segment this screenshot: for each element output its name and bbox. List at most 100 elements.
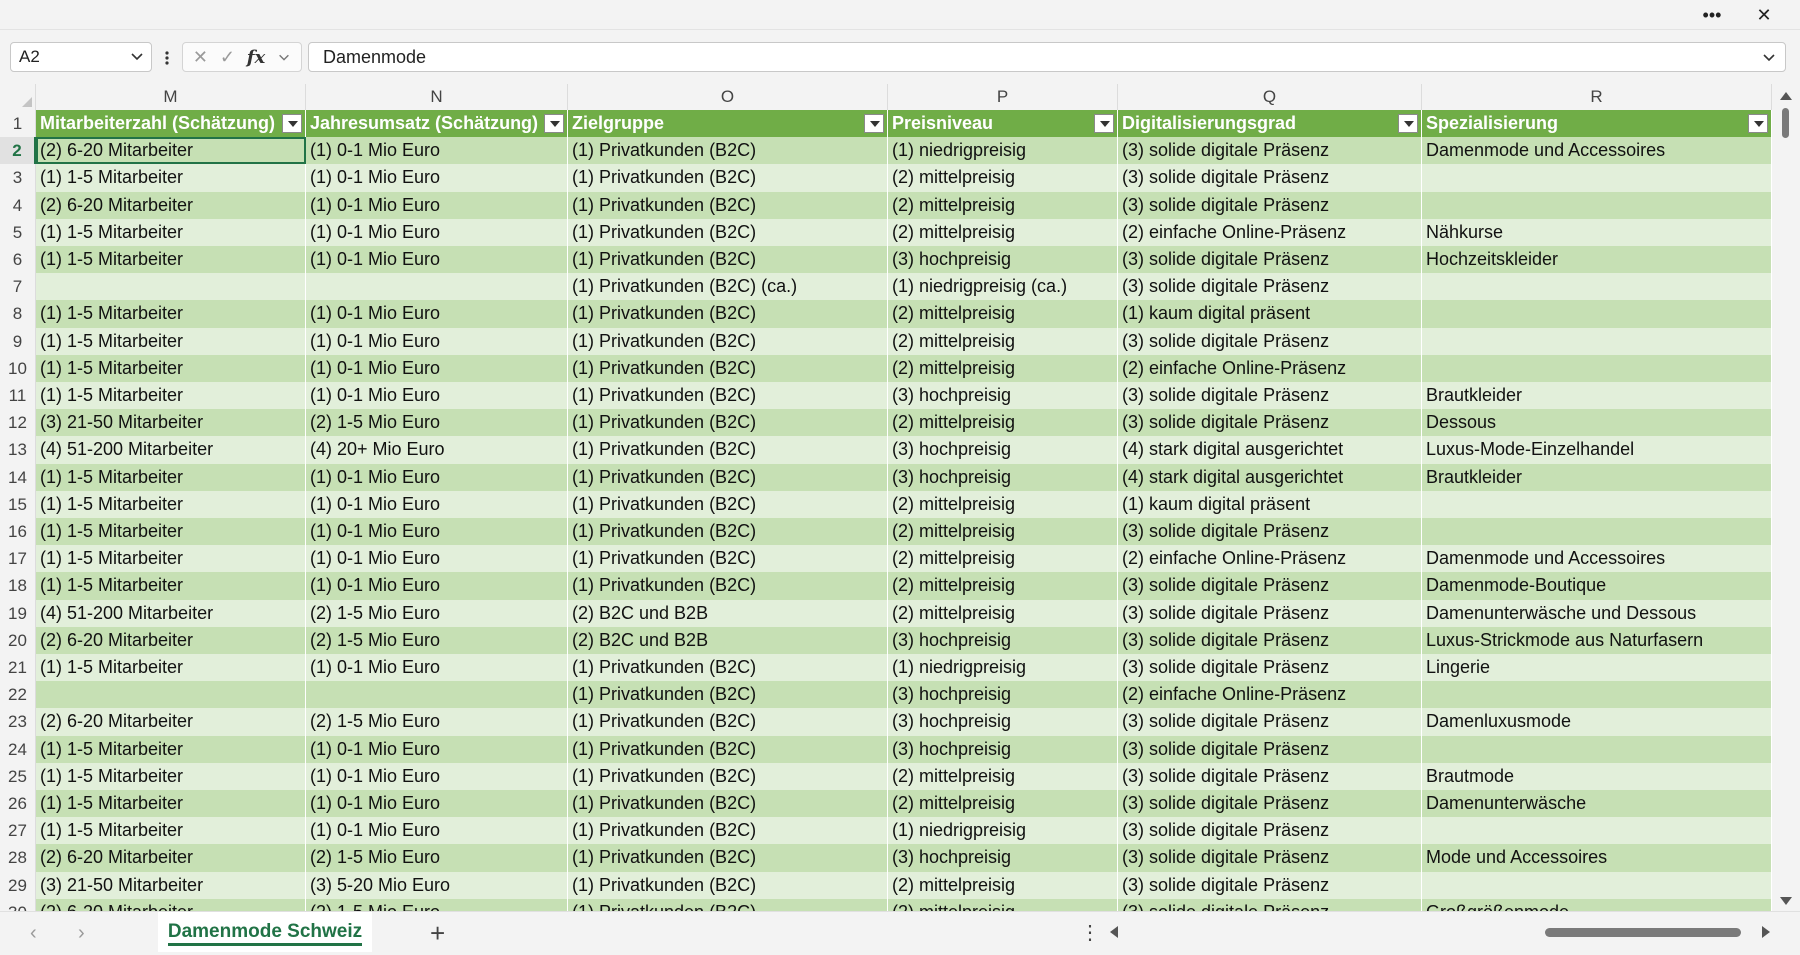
- table-header-cell[interactable]: Digitalisierungsgrad: [1118, 110, 1422, 138]
- next-sheet-icon[interactable]: ›: [78, 922, 85, 945]
- table-cell[interactable]: Damenmode und Accessoires: [1422, 545, 1772, 573]
- row-number[interactable]: 12: [0, 409, 36, 437]
- table-cell[interactable]: (4) 51-200 Mitarbeiter: [36, 436, 306, 464]
- table-cell[interactable]: Nähkurse: [1422, 218, 1772, 246]
- table-cell[interactable]: (2) einfache Online-Präsenz: [1118, 681, 1422, 709]
- row-number[interactable]: 17: [0, 545, 36, 573]
- table-cell[interactable]: (1) 0-1 Mio Euro: [306, 790, 568, 818]
- table-cell[interactable]: (3) solide digitale Präsenz: [1118, 790, 1422, 818]
- table-cell[interactable]: (1) Privatkunden (B2C): [568, 300, 888, 328]
- table-cell[interactable]: (1) 0-1 Mio Euro: [306, 382, 568, 410]
- column-header-r[interactable]: R: [1422, 84, 1772, 110]
- table-cell[interactable]: (1) 0-1 Mio Euro: [306, 137, 568, 165]
- table-cell[interactable]: (1) 1-5 Mitarbeiter: [36, 735, 306, 763]
- table-cell[interactable]: (1) Privatkunden (B2C): [568, 844, 888, 872]
- table-cell[interactable]: (3) solide digitale Präsenz: [1118, 382, 1422, 410]
- table-cell[interactable]: (3) solide digitale Präsenz: [1118, 871, 1422, 899]
- row-number[interactable]: 29: [0, 871, 36, 899]
- table-cell[interactable]: (3) solide digitale Präsenz: [1118, 246, 1422, 274]
- table-cell[interactable]: (1) Privatkunden (B2C): [568, 436, 888, 464]
- table-cell[interactable]: (3) hochpreisig: [888, 382, 1118, 410]
- table-cell[interactable]: (1) 0-1 Mio Euro: [306, 463, 568, 491]
- formula-input[interactable]: Damenmode: [308, 42, 1786, 72]
- table-cell[interactable]: (1) 1-5 Mitarbeiter: [36, 354, 306, 382]
- table-header-cell[interactable]: Spezialisierung: [1422, 110, 1772, 138]
- table-cell[interactable]: (1) Privatkunden (B2C): [568, 191, 888, 219]
- table-cell[interactable]: (1) 1-5 Mitarbeiter: [36, 654, 306, 682]
- table-cell[interactable]: (1) 0-1 Mio Euro: [306, 545, 568, 573]
- table-cell[interactable]: (2) 6-20 Mitarbeiter: [36, 708, 306, 736]
- table-cell[interactable]: [1422, 191, 1772, 219]
- name-box[interactable]: A2: [10, 42, 152, 72]
- cancel-icon[interactable]: ✕: [193, 47, 208, 68]
- table-cell[interactable]: Großgrößenmode: [1422, 898, 1772, 911]
- table-cell[interactable]: Brautkleider: [1422, 463, 1772, 491]
- filter-dropdown-icon[interactable]: [1094, 114, 1114, 133]
- column-header-m[interactable]: M: [36, 84, 306, 110]
- table-cell[interactable]: (1) Privatkunden (B2C): [568, 898, 888, 911]
- table-cell[interactable]: (2) mittelpreisig: [888, 572, 1118, 600]
- table-cell[interactable]: (2) mittelpreisig: [888, 300, 1118, 328]
- row-number[interactable]: 28: [0, 844, 36, 872]
- table-cell[interactable]: (2) einfache Online-Präsenz: [1118, 218, 1422, 246]
- add-sheet-button[interactable]: +: [430, 918, 445, 949]
- table-cell[interactable]: (1) 1-5 Mitarbeiter: [36, 762, 306, 790]
- table-cell[interactable]: Brautkleider: [1422, 382, 1772, 410]
- row-number[interactable]: 4: [0, 191, 36, 219]
- table-cell[interactable]: (1) Privatkunden (B2C): [568, 572, 888, 600]
- table-cell[interactable]: (1) Privatkunden (B2C) (ca.): [568, 273, 888, 301]
- table-cell[interactable]: (1) Privatkunden (B2C): [568, 327, 888, 355]
- table-cell[interactable]: (1) Privatkunden (B2C): [568, 681, 888, 709]
- table-cell[interactable]: (1) 0-1 Mio Euro: [306, 191, 568, 219]
- table-cell[interactable]: (4) stark digital ausgerichtet: [1118, 436, 1422, 464]
- table-cell[interactable]: (2) mittelpreisig: [888, 191, 1118, 219]
- row-number[interactable]: 18: [0, 572, 36, 600]
- row-number[interactable]: 10: [0, 354, 36, 382]
- table-cell[interactable]: (2) 6-20 Mitarbeiter: [36, 191, 306, 219]
- table-cell[interactable]: (1) 1-5 Mitarbeiter: [36, 518, 306, 546]
- table-cell[interactable]: (2) 6-20 Mitarbeiter: [36, 844, 306, 872]
- table-cell[interactable]: (2) mittelpreisig: [888, 164, 1118, 192]
- row-number[interactable]: 16: [0, 518, 36, 546]
- table-cell[interactable]: (3) solide digitale Präsenz: [1118, 735, 1422, 763]
- table-cell[interactable]: (1) 0-1 Mio Euro: [306, 327, 568, 355]
- table-cell[interactable]: (1) 1-5 Mitarbeiter: [36, 218, 306, 246]
- table-cell[interactable]: [1422, 681, 1772, 709]
- table-cell[interactable]: (2) 6-20 Mitarbeiter: [36, 137, 306, 165]
- table-cell[interactable]: (3) solide digitale Präsenz: [1118, 898, 1422, 911]
- table-cell[interactable]: (2) mittelpreisig: [888, 354, 1118, 382]
- row-number[interactable]: 6: [0, 246, 36, 274]
- table-cell[interactable]: (2) mittelpreisig: [888, 518, 1118, 546]
- more-options-icon[interactable]: •••: [1690, 0, 1734, 30]
- row-number[interactable]: 1: [0, 110, 36, 138]
- table-cell[interactable]: (3) solide digitale Präsenz: [1118, 137, 1422, 165]
- table-cell[interactable]: (1) Privatkunden (B2C): [568, 218, 888, 246]
- table-cell[interactable]: [1422, 871, 1772, 899]
- row-number[interactable]: 24: [0, 735, 36, 763]
- table-cell[interactable]: (1) 0-1 Mio Euro: [306, 246, 568, 274]
- column-header-p[interactable]: P: [888, 84, 1118, 110]
- table-cell[interactable]: [36, 681, 306, 709]
- table-cell[interactable]: Brautmode: [1422, 762, 1772, 790]
- table-cell[interactable]: Hochzeitskleider: [1422, 246, 1772, 274]
- table-cell[interactable]: (1) niedrigpreisig: [888, 654, 1118, 682]
- table-cell[interactable]: (2) einfache Online-Präsenz: [1118, 545, 1422, 573]
- table-cell[interactable]: (2) 1-5 Mio Euro: [306, 599, 568, 627]
- table-cell[interactable]: (2) mittelpreisig: [888, 762, 1118, 790]
- table-cell[interactable]: [1422, 518, 1772, 546]
- table-cell[interactable]: (3) 21-50 Mitarbeiter: [36, 871, 306, 899]
- more-vertical-icon[interactable]: [162, 48, 172, 68]
- table-cell[interactable]: (3) solide digitale Präsenz: [1118, 164, 1422, 192]
- table-cell[interactable]: (1) Privatkunden (B2C): [568, 409, 888, 437]
- table-cell[interactable]: (1) niedrigpreisig (ca.): [888, 273, 1118, 301]
- row-number[interactable]: 14: [0, 463, 36, 491]
- table-cell[interactable]: (2) 6-20 Mitarbeiter: [36, 626, 306, 654]
- table-cell[interactable]: Damenluxusmode: [1422, 708, 1772, 736]
- row-number[interactable]: 15: [0, 490, 36, 518]
- table-cell[interactable]: (2) mittelpreisig: [888, 218, 1118, 246]
- table-cell[interactable]: [1422, 817, 1772, 845]
- row-number[interactable]: 30: [0, 898, 36, 911]
- table-cell[interactable]: (1) 1-5 Mitarbeiter: [36, 463, 306, 491]
- table-cell[interactable]: (3) solide digitale Präsenz: [1118, 844, 1422, 872]
- table-cell[interactable]: (1) 0-1 Mio Euro: [306, 218, 568, 246]
